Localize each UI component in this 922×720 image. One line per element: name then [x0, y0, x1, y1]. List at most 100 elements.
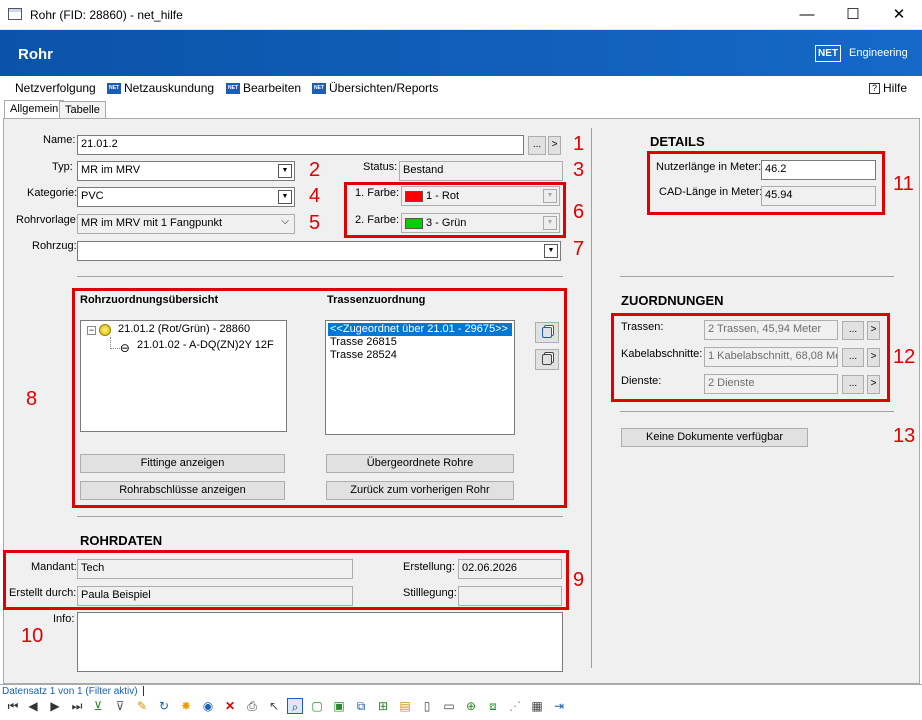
farbe2-select[interactable]: 3 - Grün ▼: [401, 213, 560, 233]
layer2-icon[interactable]: ▣: [331, 698, 347, 714]
window-icon: [8, 8, 22, 20]
status-field: Bestand: [399, 161, 563, 181]
net-logo: NET: [815, 45, 841, 62]
dokumente-button[interactable]: Keine Dokumente verfügbar: [621, 428, 808, 447]
annotation-number: 8: [26, 388, 38, 410]
net-icon: NET: [312, 82, 326, 94]
collapse-icon[interactable]: −: [87, 326, 96, 335]
name-ellipsis-button[interactable]: ...: [528, 136, 546, 155]
table-icon[interactable]: ▦: [529, 698, 545, 714]
annotation-number: 2: [309, 159, 321, 181]
minimize-button[interactable]: —: [784, 0, 830, 30]
fittinge-button[interactable]: Fittinge anzeigen: [80, 454, 285, 473]
folder-icon[interactable]: ▤: [397, 698, 413, 714]
document-icon[interactable]: ▯: [419, 698, 435, 714]
layer-icon[interactable]: ▢: [309, 698, 325, 714]
list-item[interactable]: Trasse 26815: [330, 336, 397, 348]
menu-netzauskundung[interactable]: NET Netzauskundung: [107, 81, 214, 95]
rohrvorlage-select[interactable]: MR im MRV mit 1 Fangpunkt ⌵: [77, 214, 295, 234]
vertical-separator: [591, 128, 592, 668]
pipe-node-icon: [99, 324, 111, 336]
dienste-field: 2 Dienste: [704, 374, 838, 394]
annotation-number: 3: [573, 159, 585, 181]
name-arrow-button[interactable]: >: [548, 136, 561, 155]
filter-icon[interactable]: ⊽: [112, 698, 128, 714]
kabel-ellipsis-button[interactable]: ...: [842, 348, 864, 367]
dropdown-arrow-icon: ▼: [543, 216, 557, 230]
refresh-icon[interactable]: ↻: [156, 698, 172, 714]
copy-layer-icon[interactable]: ⧉: [353, 698, 369, 714]
trassen-arrow-button[interactable]: >: [867, 321, 880, 340]
info-textarea[interactable]: [77, 612, 563, 672]
annotation-number: 12: [893, 346, 916, 368]
window-title: Rohr (FID: 28860) - net_hilfe: [30, 8, 183, 22]
highlight-icon[interactable]: ✸: [178, 698, 194, 714]
color-swatch-red: [405, 190, 423, 202]
tab-tabelle[interactable]: Tabelle: [59, 101, 106, 118]
maximize-button[interactable]: ☐: [830, 0, 876, 30]
record-status: Datensatz 1 von 1 (Filter aktiv): [2, 686, 138, 697]
tab-allgemein[interactable]: Allgemein: [4, 100, 65, 118]
stilllegung-field: [458, 586, 562, 606]
dienste-ellipsis-button[interactable]: ...: [842, 375, 864, 394]
rohrzug-select[interactable]: ▼: [77, 241, 561, 261]
farbe2-label: 2. Farbe:: [355, 214, 400, 226]
edit-icon[interactable]: ✎: [134, 698, 150, 714]
menu-help[interactable]: ? Hilfe: [869, 81, 907, 95]
separator: [0, 684, 922, 685]
duplicate-icon[interactable]: [535, 349, 559, 370]
trassen-ellipsis-button[interactable]: ...: [842, 321, 864, 340]
dienste-arrow-button[interactable]: >: [867, 375, 880, 394]
erstellt-field: Paula Beispiel: [77, 586, 353, 606]
cable-icon: ⊘: [116, 339, 134, 357]
zurueck-button[interactable]: Zurück zum vorherigen Rohr: [326, 481, 514, 500]
list-item[interactable]: Trasse 28524: [330, 349, 397, 361]
list-item[interactable]: <<Zugeordnet über 21.01 - 29675>>: [328, 323, 512, 336]
farbe1-select[interactable]: 1 - Rot ▼: [401, 186, 560, 206]
menu-bar: Netzverfolgung NET Netzauskundung NET Bear…: [0, 76, 922, 98]
rohrvorlage-label: Rohrvorlage:: [16, 214, 79, 226]
prev-record-icon[interactable]: ◀: [25, 698, 41, 714]
select-icon[interactable]: ↖: [266, 698, 282, 714]
menu-uebersichten[interactable]: NET Übersichten/Reports: [312, 81, 438, 95]
kategorie-select[interactable]: PVC ▼: [77, 187, 295, 207]
delete-icon[interactable]: ✕: [222, 698, 238, 714]
separator: [77, 516, 563, 517]
overview-title: Rohrzuordnungsübersicht: [80, 294, 219, 306]
tree-root-item[interactable]: 21.01.2 (Rot/Grün) - 28860: [118, 323, 250, 335]
filter-add-icon[interactable]: ⊻: [90, 698, 106, 714]
zoom-icon[interactable]: ⌕: [287, 698, 303, 714]
trassen-list[interactable]: <<Zugeordnet über 21.01 - 29675>> Trasse…: [325, 320, 515, 435]
trassen-label: Trassen:: [621, 321, 664, 333]
annotation-number: 5: [309, 212, 321, 234]
annotation-number: 1: [573, 133, 585, 155]
exit-icon[interactable]: ⇥: [551, 698, 567, 714]
menu-netzverfolgung[interactable]: Netzverfolgung: [15, 81, 96, 95]
add-layer-icon[interactable]: ⊞: [375, 698, 391, 714]
globe-icon[interactable]: ◉: [200, 698, 216, 714]
network-icon[interactable]: ⋰: [507, 698, 523, 714]
copy-icon[interactable]: [535, 322, 559, 343]
first-record-icon[interactable]: ⏮: [5, 698, 21, 714]
name-input[interactable]: 21.01.2: [77, 135, 524, 155]
typ-select[interactable]: MR im MRV ▼: [77, 161, 295, 181]
separator: [77, 276, 563, 277]
next-record-icon[interactable]: ▶: [47, 698, 63, 714]
report-icon[interactable]: ▭: [441, 698, 457, 714]
rohrabschluesse-button[interactable]: Rohrabschlüsse anzeigen: [80, 481, 285, 500]
print-icon[interactable]: ⎙: [244, 698, 260, 714]
uebergeordnete-rohre-button[interactable]: Übergeordnete Rohre: [326, 454, 514, 473]
kabel-arrow-button[interactable]: >: [867, 348, 880, 367]
rohr-tree[interactable]: − 21.01.2 (Rot/Grün) - 28860 ⊘ 21.01.02 …: [80, 320, 287, 432]
menu-bearbeiten[interactable]: NET Bearbeiten: [226, 81, 301, 95]
close-button[interactable]: ✕: [876, 0, 922, 30]
tree-child-item[interactable]: 21.01.02 - A-DQ(ZN)2Y 12F: [137, 339, 274, 351]
cadlaenge-field: 45.94: [761, 186, 876, 206]
dropdown-arrow-icon: ▼: [544, 244, 558, 258]
net-icon: NET: [107, 82, 121, 94]
color-swatch-green: [405, 217, 423, 229]
add-report-icon[interactable]: ⊕: [463, 698, 479, 714]
export-icon[interactable]: ⧈: [485, 698, 501, 714]
last-record-icon[interactable]: ⏭: [69, 698, 85, 714]
nutzerlaenge-input[interactable]: 46.2: [761, 160, 876, 180]
